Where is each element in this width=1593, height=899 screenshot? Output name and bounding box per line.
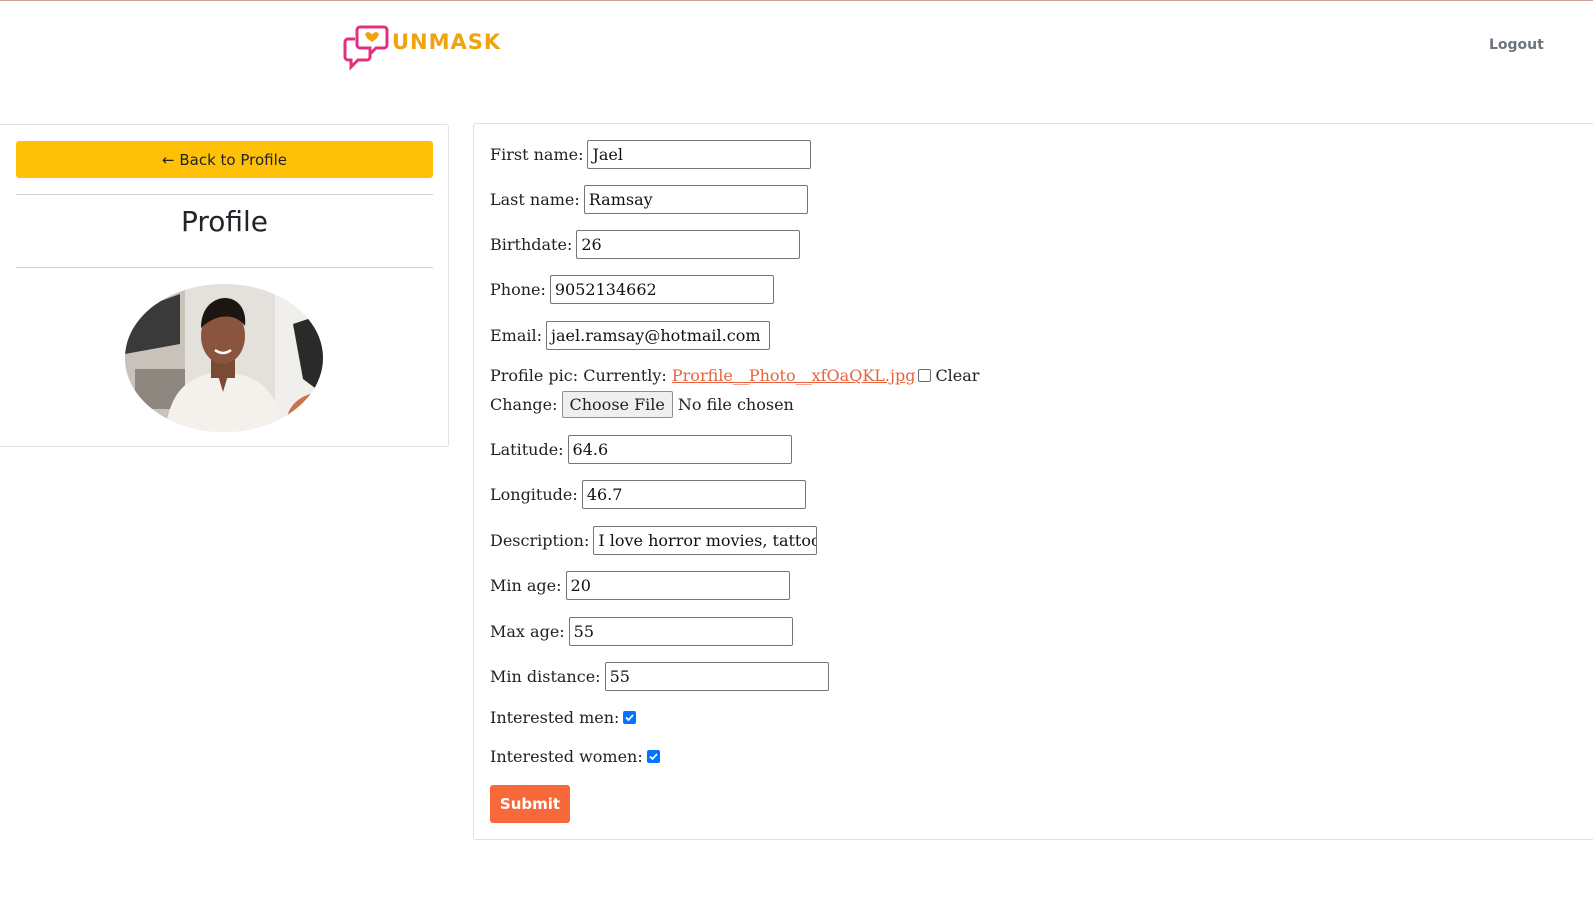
- latitude-field[interactable]: 64.6: [567, 435, 792, 464]
- email-label: Email:: [490, 326, 543, 345]
- no-file-text: No file chosen: [677, 395, 794, 414]
- max-age-label: Max age:: [490, 622, 565, 641]
- min-distance-row: Min distance: 55: [490, 662, 829, 691]
- longitude-row: Longitude: 46.7: [490, 480, 806, 509]
- max-age-row: Max age: 55: [490, 617, 793, 646]
- longitude-label: Longitude:: [490, 485, 578, 504]
- clear-label: Clear: [935, 366, 980, 385]
- min-age-field[interactable]: 20: [565, 571, 790, 600]
- birthdate-field[interactable]: 26: [576, 230, 801, 259]
- brand-logo[interactable]: UNMASK: [343, 24, 501, 72]
- top-border: [0, 0, 1593, 1]
- latitude-label: Latitude:: [490, 440, 564, 459]
- submit-button[interactable]: Submit: [490, 785, 570, 823]
- phone-field[interactable]: 9052134662: [549, 275, 774, 304]
- choose-file-button[interactable]: Choose File: [561, 391, 673, 418]
- first-name-field[interactable]: Jael: [587, 140, 812, 169]
- min-distance-label: Min distance:: [490, 667, 601, 686]
- profile-pic-label: Profile pic:: [490, 366, 579, 385]
- interested-men-checkbox[interactable]: [623, 711, 637, 724]
- longitude-field[interactable]: 46.7: [581, 480, 806, 509]
- description-row: Description: I love horror movies, tatto…: [490, 526, 818, 555]
- checkmark-icon: [649, 753, 658, 761]
- logout-link[interactable]: Logout: [1489, 37, 1544, 53]
- interested-women-label: Interested women:: [490, 747, 643, 766]
- chat-heart-icon: [343, 24, 389, 72]
- currently-label: Currently:: [583, 366, 667, 385]
- current-file-link[interactable]: Prorfile__Photo__xfOaQKL.jpg: [672, 366, 916, 385]
- min-age-label: Min age:: [490, 576, 562, 595]
- change-label: Change:: [490, 395, 558, 414]
- clear-checkbox[interactable]: [918, 369, 932, 382]
- interested-women-row: Interested women:: [490, 747, 660, 766]
- last-name-row: Last name: Ramsay: [490, 185, 808, 214]
- phone-label: Phone:: [490, 280, 546, 299]
- interested-men-row: Interested men:: [490, 708, 637, 727]
- first-name-label: First name:: [490, 145, 584, 164]
- description-label: Description:: [490, 531, 590, 550]
- back-to-profile-button[interactable]: ← Back to Profile: [16, 141, 433, 178]
- sidebar-title: Profile: [180, 205, 269, 238]
- profile-sidebar: ← Back to Profile Profile: [0, 124, 449, 447]
- interested-men-label: Interested men:: [490, 708, 620, 727]
- birthdate-row: Birthdate: 26: [490, 230, 801, 259]
- min-distance-field[interactable]: 55: [604, 662, 829, 691]
- divider: [16, 194, 433, 195]
- birthdate-label: Birthdate:: [490, 235, 573, 254]
- email-row: Email: jael.ramsay@hotmail.com: [490, 321, 771, 350]
- first-name-row: First name: Jael: [490, 140, 812, 169]
- change-file-row: Change: Choose File No file chosen: [490, 391, 794, 418]
- checkmark-icon: [625, 714, 635, 722]
- brand-name: UNMASK: [392, 29, 502, 54]
- min-age-row: Min age: 20: [490, 571, 790, 600]
- last-name-label: Last name:: [490, 190, 580, 209]
- latitude-row: Latitude: 64.6: [490, 435, 792, 464]
- avatar: [125, 284, 323, 432]
- phone-row: Phone: 9052134662: [490, 275, 774, 304]
- divider: [16, 267, 433, 268]
- last-name-field[interactable]: Ramsay: [583, 185, 808, 214]
- interested-women-checkbox[interactable]: [646, 750, 660, 763]
- email-field[interactable]: jael.ramsay@hotmail.com: [546, 321, 771, 350]
- profile-pic-row: Profile pic: Currently: Prorfile__Photo_…: [490, 366, 979, 385]
- description-field[interactable]: I love horror movies, tattoos: [593, 526, 818, 555]
- max-age-field[interactable]: 55: [568, 617, 793, 646]
